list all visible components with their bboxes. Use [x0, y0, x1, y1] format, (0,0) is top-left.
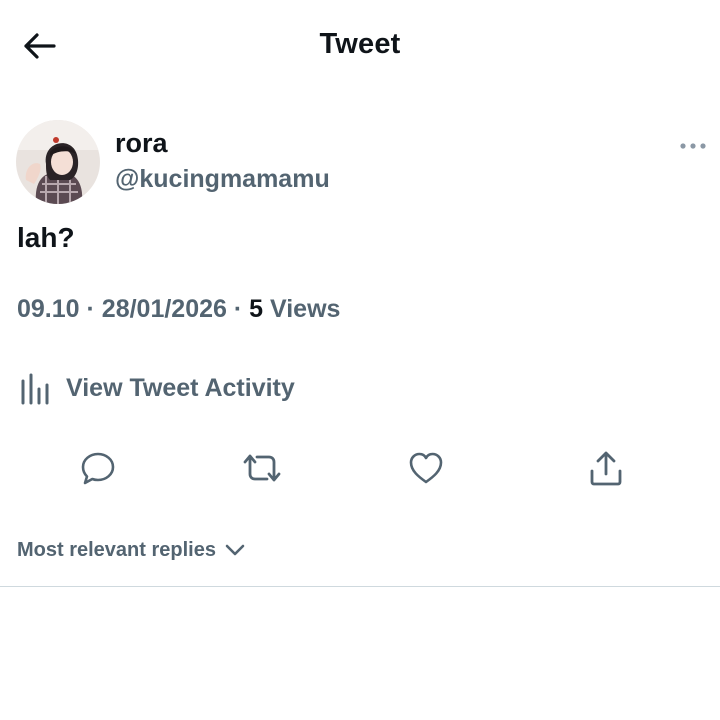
author-handle[interactable]: @kucingmamamu [115, 165, 330, 194]
page-title: Tweet [319, 28, 401, 60]
chevron-down-icon [225, 544, 245, 556]
views-label[interactable]: Views [270, 295, 340, 323]
author-display-name[interactable]: rora [115, 128, 168, 159]
views-count: 5 [249, 295, 264, 323]
retweet-button[interactable] [240, 446, 284, 490]
divider [0, 586, 720, 587]
replies-sort-dropdown[interactable]: Most relevant replies [17, 536, 246, 564]
view-tweet-activity-label: View Tweet Activity [66, 373, 295, 402]
share-button[interactable] [584, 446, 628, 490]
more-options-button[interactable] [676, 136, 710, 156]
tweet-metadata: 09.10 · 28/01/2026 · 5 Views [17, 295, 340, 324]
tweet-date: 28/01/2026 [101, 295, 227, 323]
more-horizontal-icon [680, 143, 706, 149]
replies-sort-label: Most relevant replies [17, 538, 216, 561]
share-icon [590, 451, 622, 486]
meta-separator: · [86, 295, 95, 323]
like-button[interactable] [404, 446, 448, 490]
tweet-time: 09.10 [17, 295, 80, 323]
meta-separator: · [233, 295, 243, 323]
avatar-image [16, 120, 100, 204]
analytics-icon [21, 373, 49, 405]
avatar[interactable] [16, 120, 100, 204]
heart-icon [409, 452, 443, 484]
tweet-text: lah? [17, 222, 75, 253]
reply-button[interactable] [76, 446, 120, 490]
view-tweet-activity-button[interactable]: View Tweet Activity [20, 368, 295, 408]
tweet-detail-screen: Tweet rora @kucingmamamu lah? 09.10 · 28… [0, 0, 720, 720]
retweet-icon [243, 454, 281, 482]
reply-icon [81, 452, 115, 485]
